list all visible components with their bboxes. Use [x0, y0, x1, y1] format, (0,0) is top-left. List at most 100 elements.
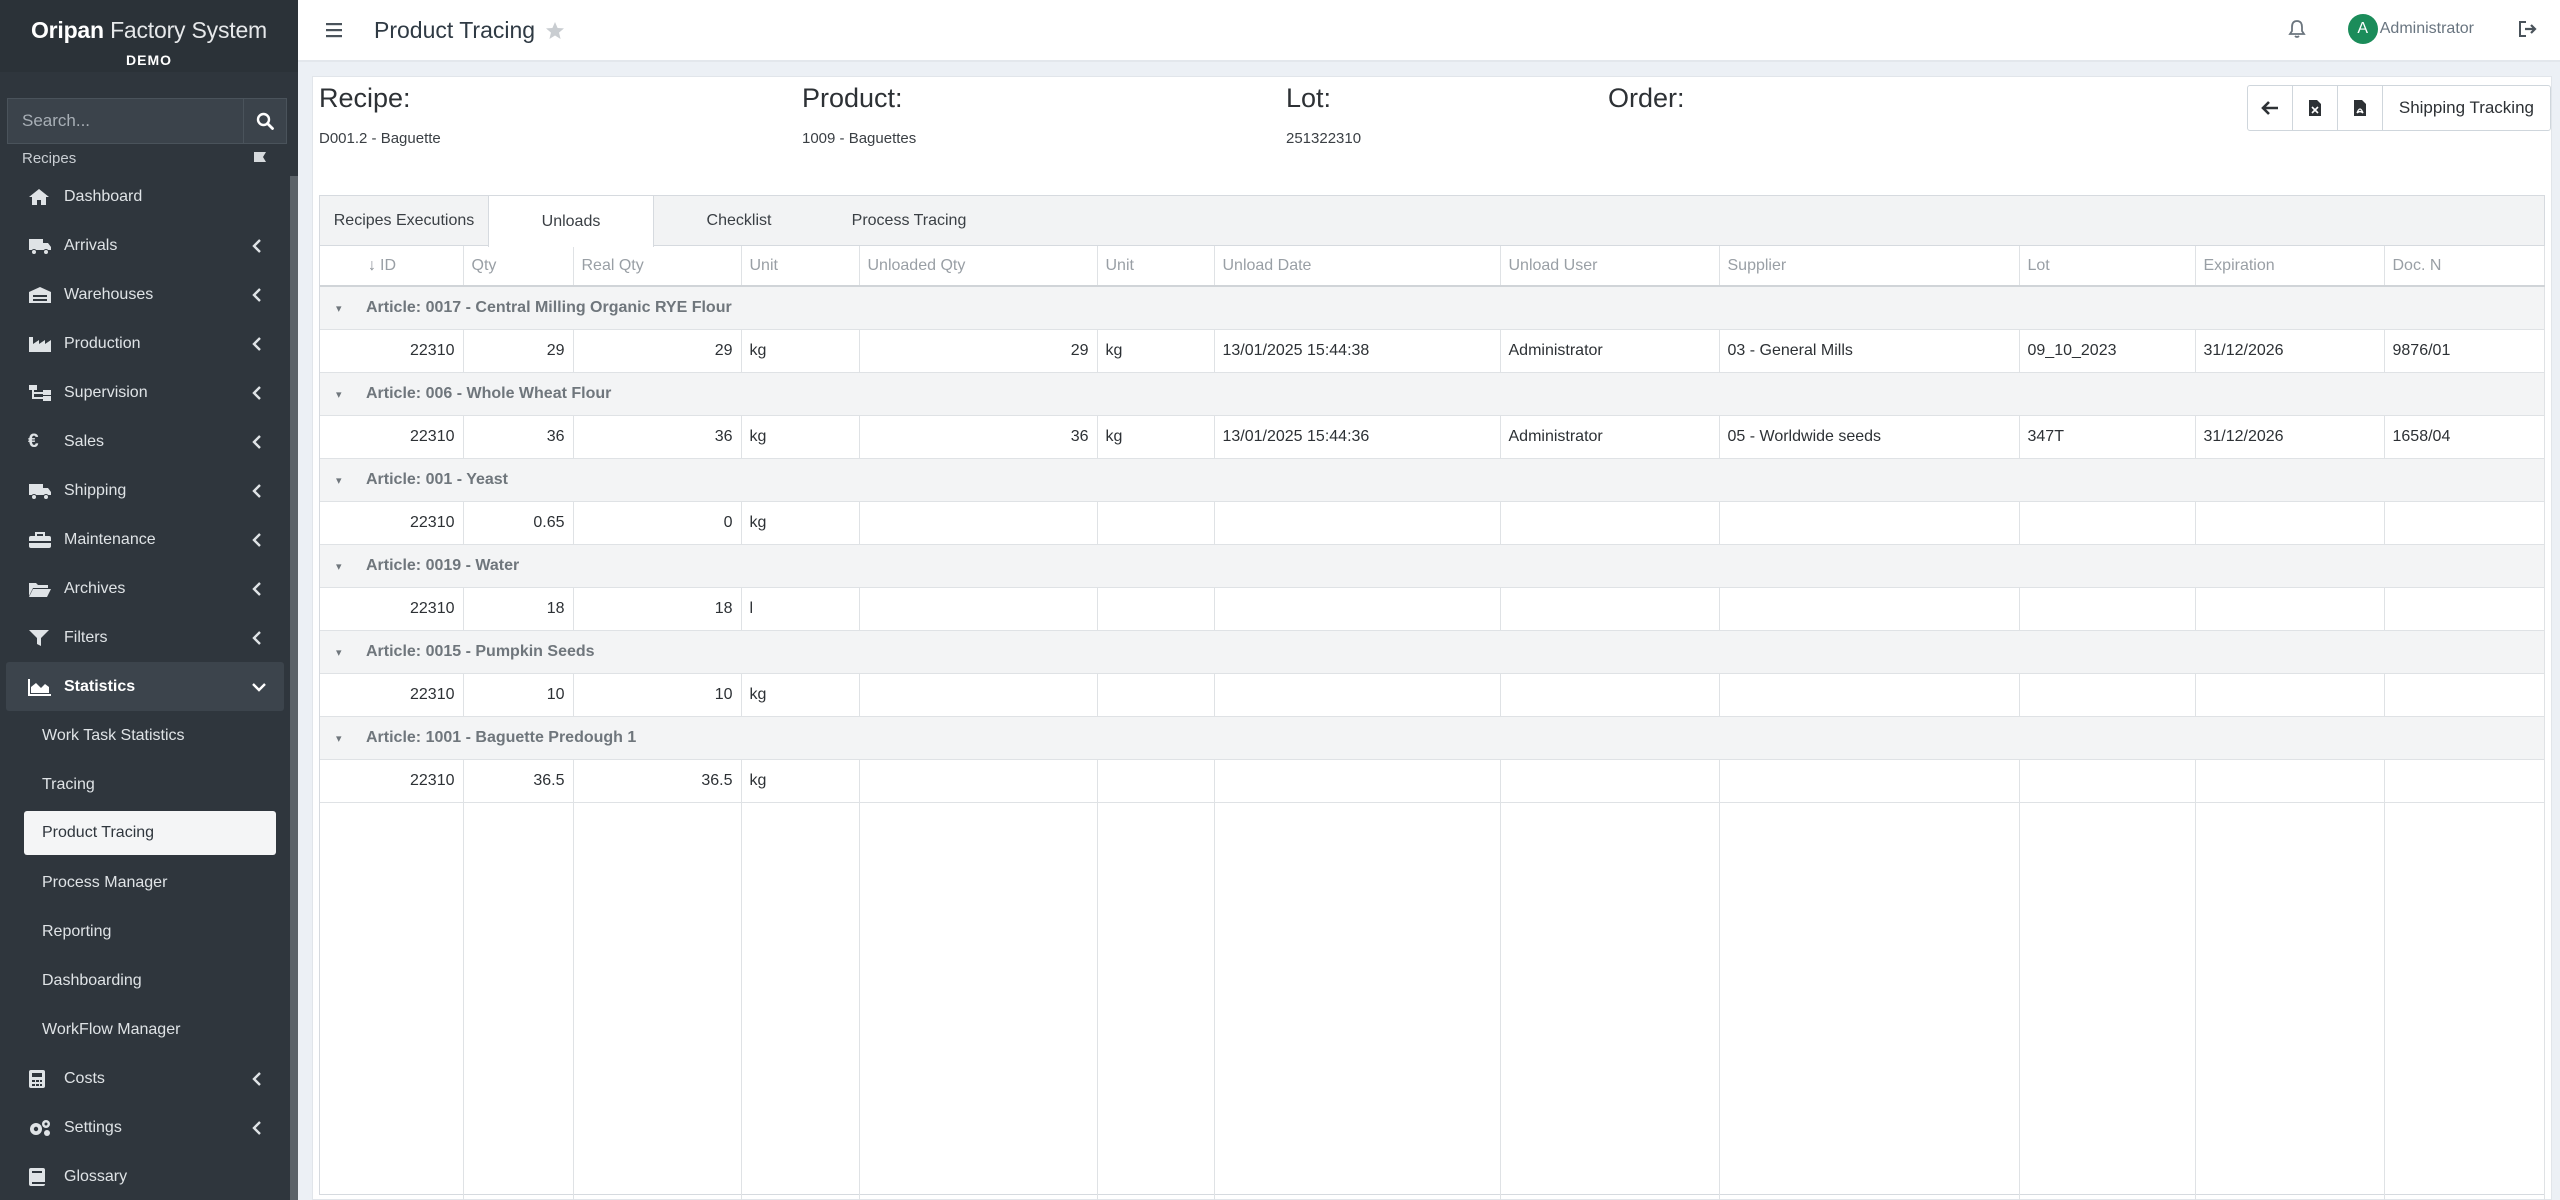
- sidebar-item-glossary[interactable]: Glossary: [0, 1152, 290, 1200]
- cell-unload-date: [1214, 501, 1501, 545]
- column-header-unload-date[interactable]: Unload Date: [1214, 246, 1501, 287]
- column-header-id[interactable]: ↓ ID: [320, 246, 464, 287]
- collapse-caret-icon[interactable]: ▾: [336, 302, 356, 315]
- back-button[interactable]: [2246, 85, 2293, 131]
- sidebar-subitem-dashboarding[interactable]: Dashboarding: [0, 956, 290, 1005]
- sidebar-subitem-reporting[interactable]: Reporting: [0, 907, 290, 956]
- cell-unload-date: [1214, 673, 1501, 717]
- logout-icon[interactable]: [2518, 20, 2538, 38]
- chevron-left-icon: [252, 630, 261, 645]
- sidebar-item-settings[interactable]: Settings: [0, 1103, 290, 1152]
- sidebar-item-filters[interactable]: Filters: [0, 613, 290, 662]
- search-input[interactable]: [7, 98, 243, 144]
- cell-unloaded-qty: [859, 587, 1098, 631]
- cell-real-qty: 36: [573, 415, 742, 459]
- tab-process-tracing[interactable]: Process Tracing: [824, 196, 994, 246]
- file-pdf-icon: [2353, 100, 2366, 116]
- export-pdf-button[interactable]: [2336, 85, 2383, 131]
- column-header-supplier[interactable]: Supplier: [1719, 246, 2020, 287]
- collapse-caret-icon[interactable]: ▾: [336, 560, 356, 573]
- sidebar-item-costs[interactable]: Costs: [0, 1054, 290, 1103]
- tab-recipes-executions[interactable]: Recipes Executions: [320, 196, 488, 246]
- column-header-real-qty[interactable]: Real Qty: [573, 246, 742, 287]
- table-row[interactable]: 22310 10 10 kg: [320, 673, 2545, 717]
- cell-real-qty: 10: [573, 673, 742, 717]
- menu-toggle-icon[interactable]: [326, 22, 344, 38]
- group-row[interactable]: ▾ Article: 001 - Yeast: [320, 458, 2545, 502]
- sidebar-subitem-work-task-statistics[interactable]: Work Task Statistics: [0, 711, 290, 760]
- user-name[interactable]: Administrator: [2380, 20, 2474, 38]
- sidebar-item-label: Costs: [64, 1069, 105, 1087]
- column-header-unit[interactable]: Unit: [741, 246, 860, 287]
- shipping-tracking-button[interactable]: Shipping Tracking: [2381, 85, 2551, 131]
- collapse-caret-icon[interactable]: ▾: [336, 646, 356, 659]
- collapse-caret-icon[interactable]: ▾: [336, 732, 356, 745]
- group-row[interactable]: ▾ Article: 006 - Whole Wheat Flour: [320, 372, 2545, 416]
- group-cell[interactable]: ▾ Article: 0015 - Pumpkin Seeds: [320, 630, 2545, 674]
- column-header-unloaded-unit[interactable]: Unit: [1097, 246, 1215, 287]
- sidebar-subitem-product-tracing[interactable]: Product Tracing: [24, 811, 276, 855]
- chevron-left-icon: [252, 483, 261, 498]
- sidebar-item-arrivals[interactable]: Arrivals: [0, 221, 290, 270]
- sidebar-item-sales[interactable]: € Sales: [0, 417, 290, 466]
- notifications-bell-icon[interactable]: [2288, 19, 2306, 39]
- group-cell[interactable]: ▾ Article: 006 - Whole Wheat Flour: [320, 372, 2545, 416]
- sidebar-item-warehouses[interactable]: Warehouses: [0, 270, 290, 319]
- area-chart-icon: [28, 677, 54, 697]
- column-header-qty[interactable]: Qty: [463, 246, 574, 287]
- sidebar-item-statistics[interactable]: Statistics: [6, 662, 284, 711]
- group-cell[interactable]: ▾ Article: 001 - Yeast: [320, 458, 2545, 502]
- table-row[interactable]: 22310 36.5 36.5 kg: [320, 759, 2545, 803]
- brand[interactable]: Oripan Factory System DEMO: [0, 0, 298, 72]
- table-row[interactable]: 22310 36 36 kg 36 kg 13/01/2025 15:44:36 Admini…: [320, 415, 2545, 459]
- sidebar-item-supervision[interactable]: Supervision: [0, 368, 290, 417]
- table-row[interactable]: 22310 0.65 0 kg: [320, 501, 2545, 545]
- cell-supplier: [1719, 759, 2020, 803]
- sidebar-item-recipes[interactable]: Recipes: [0, 144, 290, 172]
- sidebar-item-label: Warehouses: [64, 285, 154, 303]
- pin-icon[interactable]: [252, 151, 268, 165]
- lot-value: 251322310: [1286, 130, 1362, 147]
- cell-unloaded-qty: [859, 501, 1098, 545]
- favorite-star-icon[interactable]: [545, 21, 565, 41]
- sidebar-subitem-process-manager[interactable]: Process Manager: [0, 858, 290, 907]
- tab-unloads[interactable]: Unloads: [488, 196, 654, 247]
- column-header-doc-n[interactable]: Doc. N: [2384, 246, 2545, 287]
- cell-id: 22310: [320, 329, 464, 373]
- export-excel-button[interactable]: [2291, 85, 2338, 131]
- tab-checklist[interactable]: Checklist: [654, 196, 824, 246]
- group-row[interactable]: ▾ Article: 1001 - Baguette Predough 1: [320, 716, 2545, 760]
- column-header-expiration[interactable]: Expiration: [2195, 246, 2385, 287]
- sidebar-item-label: Statistics: [64, 677, 136, 695]
- sidebar-subitem-tracing[interactable]: Tracing: [0, 760, 290, 809]
- sitemap-icon: [28, 383, 54, 403]
- table-row[interactable]: 22310 18 18 l: [320, 587, 2545, 631]
- column-header-unload-user[interactable]: Unload User: [1500, 246, 1720, 287]
- sidebar-item-dashboard[interactable]: Dashboard: [0, 172, 290, 221]
- table-row[interactable]: 22310 29 29 kg 29 kg 13/01/2025 15:44:38 Admini…: [320, 329, 2545, 373]
- collapse-caret-icon[interactable]: ▾: [336, 388, 356, 401]
- sidebar-item-label: Filters: [64, 628, 108, 646]
- cell-unload-user: [1500, 501, 1720, 545]
- group-row[interactable]: ▾ Article: 0017 - Central Milling Organic…: [320, 286, 2545, 330]
- sidebar-item-label: Sales: [64, 432, 105, 450]
- cell-unit: kg: [741, 329, 860, 373]
- group-cell[interactable]: ▾ Article: 1001 - Baguette Predough 1: [320, 716, 2545, 760]
- column-header-unloaded-qty[interactable]: Unloaded Qty: [859, 246, 1098, 287]
- sidebar-item-maintenance[interactable]: Maintenance: [0, 515, 290, 564]
- avatar[interactable]: A: [2347, 14, 2378, 44]
- group-row[interactable]: ▾ Article: 0015 - Pumpkin Seeds: [320, 630, 2545, 674]
- collapse-caret-icon[interactable]: ▾: [336, 474, 356, 487]
- cell-unloaded-unit: [1097, 759, 1215, 803]
- group-cell[interactable]: ▾ Article: 0019 - Water: [320, 544, 2545, 588]
- column-header-lot[interactable]: Lot: [2019, 246, 2196, 287]
- sidebar-item-production[interactable]: Production: [0, 319, 290, 368]
- empty-cell: [573, 802, 742, 1200]
- sidebar-item-shipping[interactable]: Shipping: [0, 466, 290, 515]
- group-row[interactable]: ▾ Article: 0019 - Water: [320, 544, 2545, 588]
- group-cell[interactable]: ▾ Article: 0017 - Central Milling Organic…: [320, 286, 2545, 330]
- sidebar-subitem-workflow-manager[interactable]: WorkFlow Manager: [0, 1005, 290, 1054]
- search-button[interactable]: [243, 98, 287, 144]
- sidebar-scrollbar[interactable]: [290, 176, 298, 1200]
- sidebar-item-archives[interactable]: Archives: [0, 564, 290, 613]
